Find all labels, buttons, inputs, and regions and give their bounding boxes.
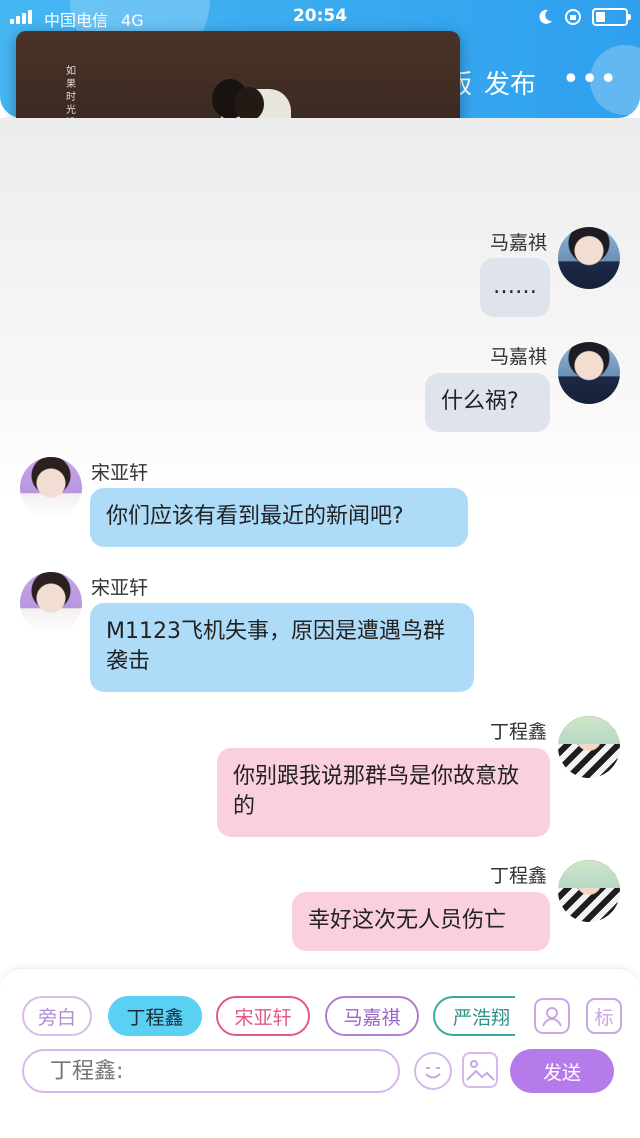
role-chip-song[interactable]: 宋亚轩 [216, 996, 310, 1036]
avatar[interactable] [558, 342, 620, 404]
speaker-name: 宋亚轩 [91, 462, 149, 484]
avatar[interactable] [558, 227, 620, 289]
battery-icon [592, 8, 631, 26]
speaker-name: 丁程鑫 [490, 721, 548, 743]
message-bubble: 幸好这次无人员伤亡 [292, 892, 550, 951]
message-bubble: 你们应该有看到最近的新闻吧? [90, 488, 468, 547]
avatar[interactable] [20, 572, 82, 634]
more-options-icon[interactable]: ••• [562, 62, 618, 97]
message-input[interactable] [22, 1049, 400, 1093]
speaker-name: 马嘉祺 [490, 232, 548, 254]
role-chip-narrator[interactable]: 旁白 [22, 996, 92, 1036]
image-icon[interactable] [462, 1052, 498, 1088]
status-bar: 中国电信 4G 20:54 [0, 0, 640, 34]
rotation-lock-icon [565, 9, 581, 25]
message-bubble: 你别跟我说那群鸟是你故意放的 [217, 748, 550, 837]
role-chip-ding[interactable]: 丁程鑫 [108, 996, 202, 1036]
speaker-name: 宋亚轩 [91, 577, 149, 599]
moon-icon [539, 9, 552, 24]
role-chip-ma[interactable]: 马嘉祺 [325, 996, 419, 1036]
speaker-name: 丁程鑫 [490, 865, 548, 887]
message-bubble: 什么祸? [425, 373, 550, 432]
character-manage-icon[interactable] [534, 998, 570, 1034]
speaker-name: 马嘉祺 [490, 346, 548, 368]
send-button[interactable]: 发送 [510, 1049, 614, 1093]
publish-button[interactable]: 发布 [484, 64, 536, 101]
avatar[interactable] [20, 457, 82, 519]
message-bubble: M1123飞机失事，原因是遭遇鸟群袭击 [90, 603, 474, 692]
mark-button[interactable]: 标 [586, 998, 622, 1034]
emoji-icon[interactable] [414, 1052, 452, 1090]
message-bubble: …… [480, 258, 550, 317]
role-chip-yan[interactable]: 严浩翔 [433, 996, 515, 1036]
avatar[interactable] [558, 860, 620, 922]
avatar[interactable] [558, 716, 620, 778]
